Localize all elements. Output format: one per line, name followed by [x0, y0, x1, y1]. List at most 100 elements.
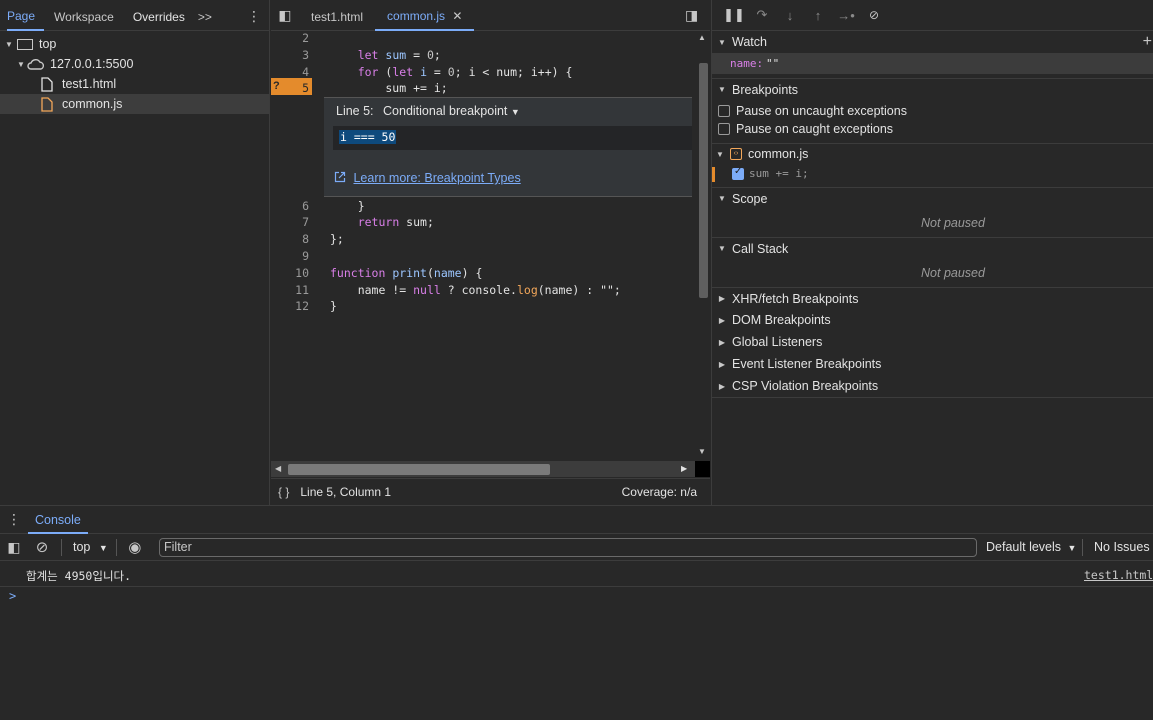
expand-arrow-icon: ▶: [718, 294, 726, 303]
cursor-position: Line 5, Column 1: [300, 485, 392, 499]
editor-status-bar: { } Line 5, Column 1 Coverage: n/a: [271, 478, 710, 505]
horizontal-scroll-thumb[interactable]: [288, 464, 550, 475]
breakpoint-type-select[interactable]: Conditional breakpoint ▼: [383, 104, 520, 118]
code-line-6: }: [330, 199, 365, 213]
pause-caught-row[interactable]: Pause on caught exceptions: [718, 122, 893, 136]
tab-common-js[interactable]: common.js ✕: [375, 0, 475, 31]
tree-item-common-js[interactable]: common.js: [0, 94, 269, 114]
section-title: Watch: [732, 35, 767, 49]
divider: [115, 538, 117, 556]
step-icon[interactable]: →•: [832, 8, 860, 23]
scroll-left-icon[interactable]: ◀: [275, 464, 281, 473]
context-selector[interactable]: top ▼: [67, 540, 114, 554]
divider: [1082, 539, 1083, 556]
console-filter-input[interactable]: Filter: [159, 538, 977, 557]
toggle-debugger-icon[interactable]: ◨: [685, 7, 698, 24]
tab-workspace[interactable]: Workspace: [54, 0, 123, 31]
call-stack-section-header[interactable]: ▼ Call Stack: [712, 237, 1153, 259]
event-listener-breakpoints-header[interactable]: ▶ Event Listener Breakpoints: [712, 353, 1153, 375]
cloud-icon: [27, 59, 45, 70]
expand-arrow-icon: ▼: [17, 59, 25, 69]
pause-uncaught-checkbox[interactable]: [718, 105, 730, 117]
breakpoint-file-row[interactable]: ▼ ‹› common.js: [716, 147, 808, 161]
log-levels-dropdown[interactable]: Default levels ▼: [986, 540, 1076, 554]
clear-console-icon[interactable]: ⊘: [28, 538, 56, 556]
close-tab-icon[interactable]: ✕: [452, 9, 462, 23]
dom-breakpoints-header[interactable]: ▶ DOM Breakpoints: [712, 309, 1153, 331]
breakpoint-condition-input[interactable]: i === 50: [333, 126, 692, 150]
console-prompt-icon[interactable]: >: [9, 589, 16, 603]
scope-section-header[interactable]: ▼ Scope: [712, 187, 1153, 209]
scroll-right-icon[interactable]: ▶: [681, 464, 687, 473]
expand-arrow-icon: ▼: [716, 149, 724, 159]
expand-arrow-icon: ▶: [718, 381, 726, 391]
show-sidebar-icon[interactable]: ◧: [0, 539, 28, 556]
scroll-corner: [695, 461, 710, 477]
line-number: 12: [295, 299, 309, 313]
console-source-link[interactable]: test1.html:1: [1084, 568, 1153, 582]
breakpoint-line-label: Line 5:: [336, 104, 374, 118]
watch-section-header[interactable]: ▼ Watch +: [712, 31, 1153, 53]
vertical-scroll-thumb[interactable]: [699, 63, 708, 298]
checkmark-icon: ✓: [734, 165, 743, 177]
watch-value: "": [766, 57, 780, 70]
global-listeners-header[interactable]: ▶ Global Listeners: [712, 331, 1153, 353]
tree-item-origin[interactable]: ▼ 127.0.0.1:5500: [0, 54, 269, 74]
watch-expression-row[interactable]: name: "": [712, 53, 1153, 74]
breakpoint-indicator: [712, 167, 715, 182]
section-title: XHR/fetch Breakpoints: [732, 291, 859, 306]
navigator-pane: Page Workspace Overrides >> ⋮ ▼ top ▼ 12…: [0, 0, 270, 505]
csp-violation-breakpoints-header[interactable]: ▶ CSP Violation Breakpoints: [712, 375, 1153, 397]
learn-more-text: Learn more: Breakpoint Types: [353, 171, 521, 185]
tab-page[interactable]: Page: [7, 0, 45, 31]
code-line-5: sum += i;: [330, 81, 448, 95]
log-levels-label: Default levels: [986, 540, 1062, 554]
learn-more-link[interactable]: Learn more: Breakpoint Types: [334, 171, 521, 185]
tree-item-top[interactable]: ▼ top: [0, 34, 269, 54]
breakpoint-enabled-checkbox[interactable]: ✓: [732, 165, 744, 180]
tab-label: common.js: [387, 8, 446, 23]
collapse-arrow-icon: ▼: [718, 194, 726, 203]
issues-button[interactable]: No Issues: [1094, 540, 1150, 554]
breakpoints-section-header[interactable]: ▼ Breakpoints: [712, 78, 1153, 100]
breakpoint-editor: Line 5: Conditional breakpoint ▼ i === 5…: [324, 97, 692, 197]
tree-item-test1-html[interactable]: test1.html: [0, 74, 269, 94]
tab-test1-html[interactable]: test1.html: [299, 0, 375, 31]
step-over-icon[interactable]: ↷: [748, 7, 776, 23]
navigator-tabs: Page Workspace Overrides >> ⋮: [0, 0, 269, 31]
toggle-navigator-icon[interactable]: ◧: [271, 7, 299, 24]
debugger-toolbar: ❚❚ ↷ ↓ ↑ →• ⊘: [712, 0, 1153, 31]
pause-uncaught-row[interactable]: Pause on uncaught exceptions: [718, 104, 907, 118]
add-watch-icon[interactable]: +: [1143, 33, 1152, 51]
line-number: 3: [302, 48, 309, 62]
deactivate-breakpoints-icon[interactable]: ⊘: [860, 8, 888, 22]
line-number: 8: [302, 232, 309, 246]
tab-console[interactable]: Console: [28, 506, 88, 534]
more-tabs-button[interactable]: >>: [198, 0, 221, 31]
step-out-icon[interactable]: ↑: [804, 8, 832, 23]
drawer-menu-icon[interactable]: ⋮: [0, 511, 28, 528]
tree-label: common.js: [62, 97, 123, 111]
divider: [712, 143, 1153, 144]
breakpoint-code: sum += i;: [749, 167, 809, 180]
editor-tabs: ◧ test1.html common.js ✕ ◨: [271, 0, 710, 31]
frame-icon: [17, 38, 33, 50]
breakpoint-entry-row[interactable]: ✓ sum += i;: [732, 165, 809, 180]
xhr-breakpoints-header[interactable]: ▶ XHR/fetch Breakpoints: [712, 287, 1153, 309]
section-title: Event Listener Breakpoints: [732, 357, 882, 371]
pretty-print-icon[interactable]: { }: [278, 485, 289, 499]
step-into-icon[interactable]: ↓: [776, 8, 804, 23]
kebab-menu-icon[interactable]: ⋮: [247, 8, 261, 25]
scroll-up-icon[interactable]: ▲: [698, 33, 706, 42]
console-input[interactable]: [24, 588, 1144, 608]
coverage-status: Coverage: n/a: [621, 485, 697, 499]
live-expression-eye-icon[interactable]: ◉: [122, 538, 148, 556]
pause-resume-icon[interactable]: ❚❚: [720, 7, 748, 23]
condition-text: i === 50: [339, 130, 397, 144]
pause-caught-checkbox[interactable]: [718, 123, 730, 135]
scroll-down-icon[interactable]: ▼: [698, 447, 706, 456]
line-number: 2: [302, 31, 309, 45]
line-number: 6: [302, 199, 309, 213]
code-line-10: function print(name) {: [330, 266, 483, 280]
tab-overrides[interactable]: Overrides: [133, 0, 194, 31]
